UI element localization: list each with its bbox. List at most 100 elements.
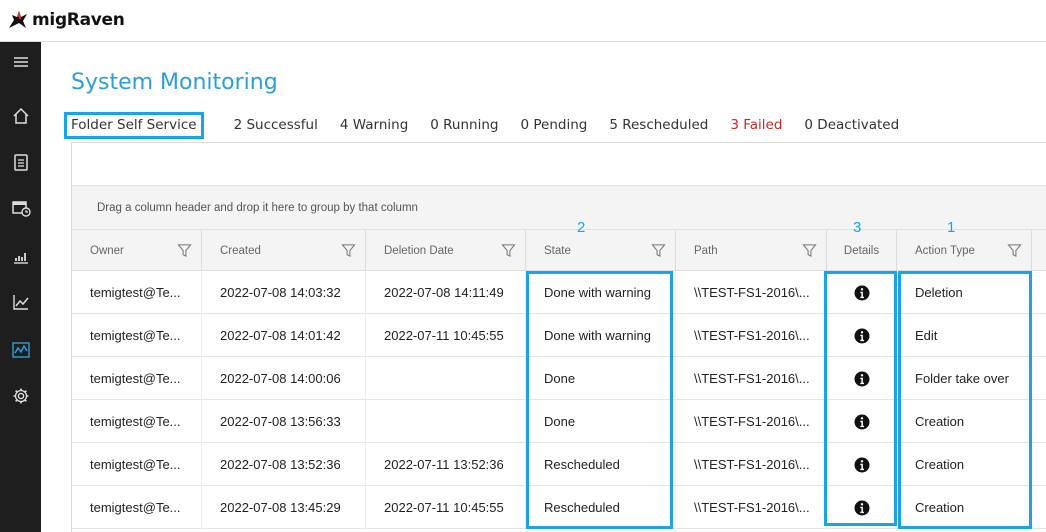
filter-funnel-icon[interactable] [802, 243, 817, 258]
info-icon[interactable] [854, 500, 870, 516]
info-icon[interactable] [854, 457, 870, 473]
cell-deletion-date: 2022-07-11 10:45:55 [366, 314, 526, 357]
sidebar-item-trends[interactable] [0, 282, 41, 322]
cell-state: Done [526, 400, 676, 443]
cell-action-type: Edit [897, 314, 1032, 357]
sidebar-item-monitoring[interactable] [0, 330, 41, 370]
cell-state: Rescheduled [526, 486, 676, 529]
table-row[interactable]: temigtest@Te... 2022-07-08 13:52:36 2022… [72, 443, 1046, 486]
cell-action-type: Creation [897, 443, 1032, 486]
folder-self-service-filter[interactable]: Folder Self Service [64, 111, 204, 139]
cell-path: \\TEST-FS1-2016\... [676, 314, 827, 357]
cell-state: Done with warning [526, 314, 676, 357]
sidebar-item-settings[interactable] [0, 376, 41, 416]
logo[interactable]: migRaven [6, 8, 125, 32]
page-title: System Monitoring [71, 70, 278, 95]
cell-path: \\TEST-FS1-2016\... [676, 357, 827, 400]
sidebar [0, 42, 41, 532]
cell-state: Rescheduled [526, 443, 676, 486]
cell-created: 2022-07-08 13:56:33 [202, 400, 366, 443]
table-row[interactable]: temigtest@Te... 2022-07-08 13:56:33 Done… [72, 400, 1046, 443]
column-label: Path [694, 244, 718, 257]
column-label: Created [220, 244, 261, 257]
info-icon[interactable] [854, 414, 870, 430]
stat-warning[interactable]: 4 Warning [340, 117, 408, 133]
cell-deletion-date [366, 400, 526, 443]
column-header-action-type[interactable]: Action Type [897, 230, 1032, 271]
column-label: State [544, 244, 571, 257]
monitoring-grid: Drag a column header and drop it here to… [71, 142, 1046, 532]
column-header-created[interactable]: Created [202, 230, 366, 271]
monitoring-icon [11, 342, 30, 358]
stat-successful[interactable]: 2 Successful [234, 117, 318, 133]
cell-deletion-date: 2022-07-08 14:11:49 [366, 271, 526, 314]
cell-created: 2022-07-08 13:45:29 [202, 486, 366, 529]
column-label: Deletion Date [384, 244, 454, 257]
cell-deletion-date [366, 357, 526, 400]
cell-created: 2022-07-08 14:00:06 [202, 357, 366, 400]
cell-action-type: Deletion [897, 271, 1032, 314]
group-panel[interactable]: Drag a column header and drop it here to… [72, 186, 1046, 229]
cell-deletion-date: 2022-07-11 10:45:55 [366, 486, 526, 529]
cell-created: 2022-07-08 13:52:36 [202, 443, 366, 486]
column-header-state[interactable]: State [526, 230, 676, 271]
stat-deactivated[interactable]: 0 Deactivated [804, 117, 899, 133]
cell-owner: temigtest@Te... [72, 271, 202, 314]
app-name: migRaven [32, 10, 125, 30]
table-row[interactable]: temigtest@Te... 2022-07-08 14:01:42 2022… [72, 314, 1046, 357]
sidebar-item-tasks[interactable] [0, 142, 41, 182]
gear-icon [13, 388, 28, 404]
annotation-number-2: 2 [577, 219, 586, 236]
cell-details [827, 443, 897, 486]
table-row[interactable]: temigtest@Te... 2022-07-08 14:03:32 2022… [72, 271, 1046, 314]
cell-action-type: Creation [897, 400, 1032, 443]
cell-created: 2022-07-08 14:03:32 [202, 271, 366, 314]
filter-funnel-icon[interactable] [177, 243, 192, 258]
info-icon[interactable] [854, 285, 870, 301]
table-row[interactable]: temigtest@Te... 2022-07-08 14:00:06 Done… [72, 357, 1046, 400]
cell-owner: temigtest@Te... [72, 314, 202, 357]
cell-state: Done [526, 357, 676, 400]
column-label: Action Type [915, 244, 975, 257]
cell-deletion-date: 2022-07-11 13:52:36 [366, 443, 526, 486]
stat-running[interactable]: 0 Running [430, 117, 498, 133]
cell-action-type: Folder take over [897, 357, 1032, 400]
column-header-owner[interactable]: Owner [72, 230, 202, 271]
info-icon[interactable] [854, 328, 870, 344]
sidebar-item-home[interactable] [0, 96, 41, 136]
cell-owner: temigtest@Te... [72, 486, 202, 529]
column-header-deletion-date[interactable]: Deletion Date [366, 230, 526, 271]
cell-owner: temigtest@Te... [72, 400, 202, 443]
cell-path: \\TEST-FS1-2016\... [676, 443, 827, 486]
cell-state: Done with warning [526, 271, 676, 314]
grid-toolbar [72, 143, 1046, 186]
annotation-number-3: 3 [853, 219, 862, 236]
annotation-number-1: 1 [947, 219, 956, 236]
sidebar-item-reports[interactable] [0, 236, 41, 276]
stat-failed[interactable]: 3 Failed [730, 117, 782, 133]
column-label: Owner [90, 244, 124, 257]
filter-bar: Folder Self Service 2 Successful 4 Warni… [64, 111, 899, 139]
cell-created: 2022-07-08 14:01:42 [202, 314, 366, 357]
menu-button[interactable] [0, 42, 41, 82]
cell-details [827, 357, 897, 400]
column-header-details[interactable]: Details [827, 230, 897, 271]
bar-chart-icon [13, 253, 28, 264]
scheduled-report-icon [11, 201, 31, 217]
cell-owner: temigtest@Te... [72, 357, 202, 400]
stat-pending[interactable]: 0 Pending [520, 117, 587, 133]
cell-path: \\TEST-FS1-2016\... [676, 271, 827, 314]
table-row[interactable]: temigtest@Te... 2022-07-08 13:45:29 2022… [72, 486, 1046, 529]
filter-funnel-icon[interactable] [1007, 243, 1022, 258]
sidebar-item-scheduled[interactable] [0, 188, 41, 228]
filter-funnel-icon[interactable] [651, 243, 666, 258]
filter-funnel-icon[interactable] [501, 243, 516, 258]
cell-details [827, 400, 897, 443]
column-label: Details [843, 244, 880, 257]
filter-funnel-icon[interactable] [341, 243, 356, 258]
info-icon[interactable] [854, 371, 870, 387]
grid-header: Owner Created Deletion Date State Path D… [72, 229, 1046, 271]
cell-owner: temigtest@Te... [72, 443, 202, 486]
stat-rescheduled[interactable]: 5 Rescheduled [609, 117, 708, 133]
column-header-path[interactable]: Path [676, 230, 827, 271]
